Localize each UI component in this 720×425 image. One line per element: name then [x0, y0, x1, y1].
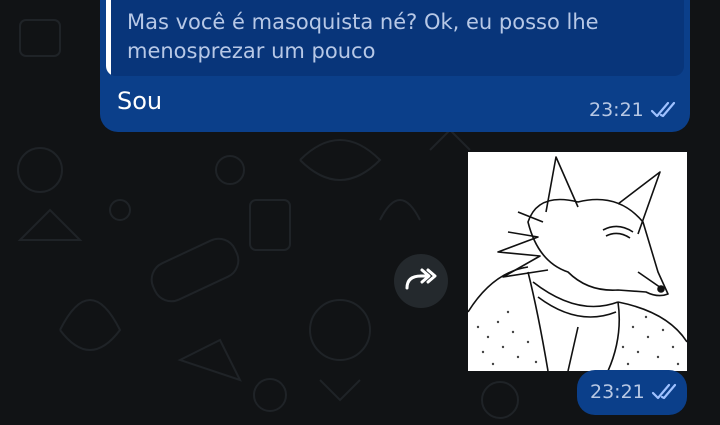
media-message-image[interactable]: [468, 152, 687, 371]
quote-accent-bar: [106, 0, 111, 76]
quoted-message[interactable]: Mas você é masoquista né? Ok, eu posso l…: [106, 0, 684, 76]
forward-icon: [403, 266, 439, 296]
message-time: 23:21: [589, 99, 644, 121]
message-text: Sou: [117, 87, 163, 115]
double-check-read-icon: [650, 101, 680, 119]
media-message-meta: 23:21: [590, 381, 681, 403]
wolf-illustration: [468, 156, 687, 371]
forward-button[interactable]: [394, 254, 448, 308]
message-meta: 23:21: [589, 99, 680, 121]
double-check-read-icon: [651, 383, 681, 401]
quoted-message-text: Mas você é masoquista né? Ok, eu posso l…: [127, 10, 599, 63]
message-time: 23:21: [590, 381, 645, 403]
